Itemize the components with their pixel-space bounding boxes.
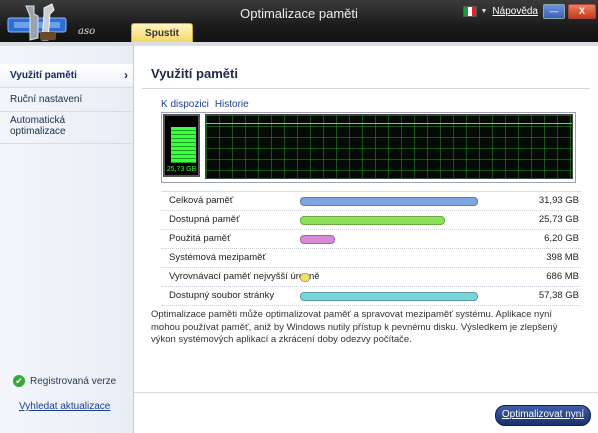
gauge-fill [171, 127, 196, 163]
divider [142, 88, 590, 89]
stat-bar [300, 273, 310, 282]
sidebar-item-automatic-optimization[interactable]: Automatická optimalizace [0, 112, 133, 144]
logo-text: aso [78, 26, 96, 37]
close-button[interactable]: X [568, 3, 596, 19]
tab-available[interactable]: K dispozici [161, 99, 209, 110]
main-panel: Využití paměti K dispozici Historie 25,7… [134, 46, 598, 433]
stat-bar [300, 197, 478, 206]
help-link[interactable]: Nápověda [492, 6, 538, 17]
sidebar: Využití paměti Ruční nastavení Automatic… [0, 46, 134, 433]
stat-row: Systémová mezipaměť 398 MB [161, 249, 581, 268]
memory-stats: Celková paměť 31,93 GB Dostupná paměť 25,73… [161, 191, 581, 306]
divider [134, 392, 598, 393]
stat-value: 6,20 GB [544, 233, 579, 244]
sidebar-item-label: Automatická optimalizace [10, 115, 66, 137]
stat-label: Celková paměť [169, 195, 234, 206]
view-tabs: K dispozici Historie [161, 99, 249, 110]
sidebar-item-manual-settings[interactable]: Ruční nastavení [0, 88, 133, 112]
stat-label: Vyrovnávací paměť nejvyšší úrovně [169, 271, 320, 282]
stat-value: 57,38 GB [538, 290, 579, 301]
check-icon: ✔ [13, 375, 25, 387]
stat-row: Dostupný soubor stránky 57,38 GB [161, 287, 581, 306]
sidebar-item-label: Ruční nastavení [10, 94, 83, 105]
chevron-down-icon[interactable]: ▼ [480, 8, 487, 15]
stat-value: 31,93 GB [538, 195, 579, 206]
sidebar-item-memory-usage[interactable]: Využití paměti [0, 64, 133, 88]
stat-row: Použitá paměť 6,20 GB [161, 230, 581, 249]
stat-value: 686 MB [546, 271, 579, 282]
stat-label: Dostupný soubor stránky [169, 290, 275, 301]
stat-value: 398 MB [546, 252, 579, 263]
memory-monitor: 25,73 GB [161, 112, 576, 183]
stat-label: Dostupná paměť [169, 214, 240, 225]
optimize-now-button[interactable]: Optimalizovat nyní [495, 405, 591, 426]
stat-row: Dostupná paměť 25,73 GB [161, 211, 581, 230]
tab-history[interactable]: Historie [215, 99, 249, 110]
stat-label: Použitá paměť [169, 233, 231, 244]
stat-bar [300, 235, 335, 244]
stat-bar [300, 216, 445, 225]
language-flag-icon[interactable] [463, 5, 478, 17]
description-text: Optimalizace paměti může optimalizovat p… [151, 309, 558, 345]
check-updates-link[interactable]: Vyhledat aktualizace [19, 401, 110, 412]
registered-label: Registrovaná verze [30, 375, 117, 387]
history-graph [205, 114, 573, 179]
stat-bar [300, 292, 478, 301]
registered-status: ✔ Registrovaná verze [13, 375, 116, 387]
page-title: Využití paměti [151, 66, 238, 81]
stat-label: Systémová mezipaměť [169, 252, 267, 263]
usage-line [206, 123, 572, 124]
sidebar-item-label: Využití paměti [10, 70, 77, 81]
title-bar: aso Optimalizace paměti ▼ Nápověda — X S… [0, 0, 598, 45]
stat-row: Vyrovnávací paměť nejvyšší úrovně 686 MB [161, 268, 581, 287]
memory-gauge: 25,73 GB [163, 114, 200, 177]
minimize-button[interactable]: — [543, 3, 565, 19]
window-controls: ▼ Nápověda — X [463, 3, 596, 19]
stat-row: Celková paměť 31,93 GB [161, 191, 581, 211]
gauge-label: 25,73 GB [166, 166, 197, 173]
stat-value: 25,73 GB [538, 214, 579, 225]
